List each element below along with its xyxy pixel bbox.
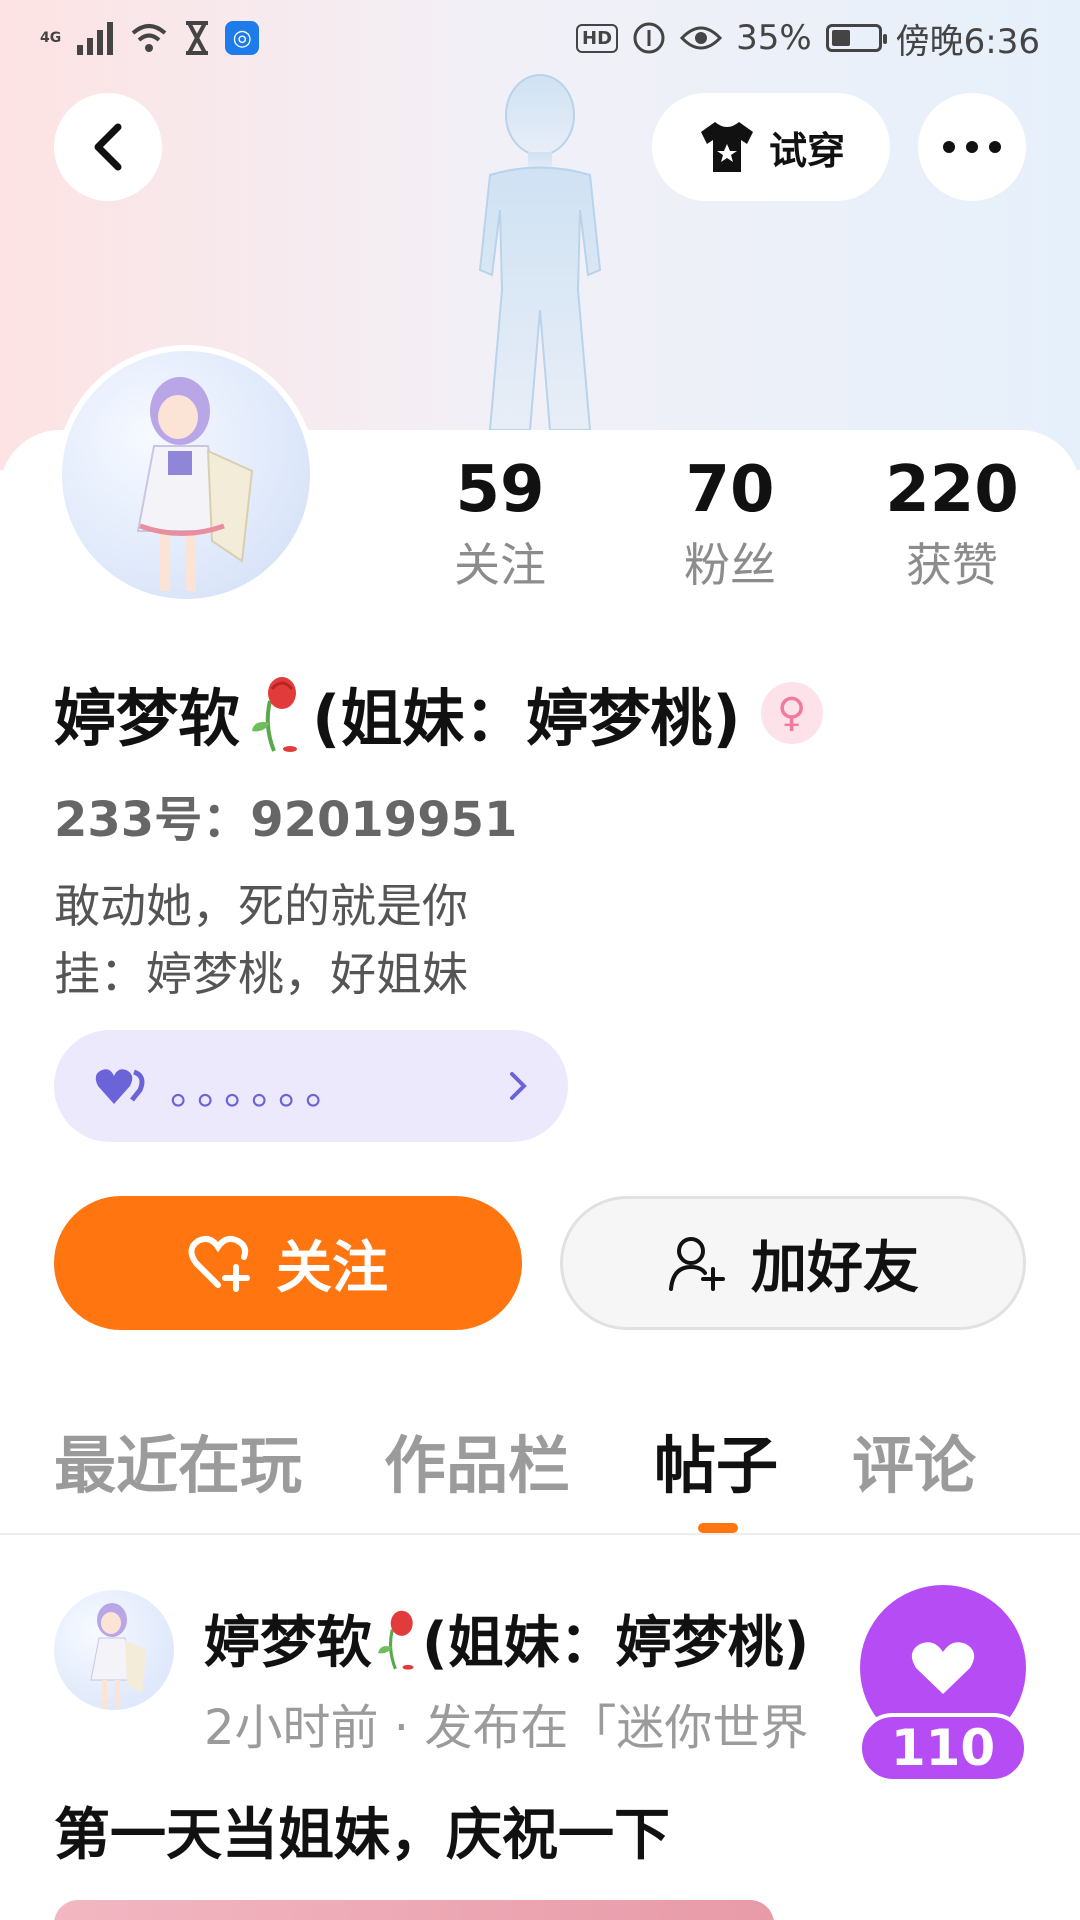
chevron-right-icon	[510, 1072, 527, 1100]
tab-posts[interactable]: 帖子	[654, 1415, 778, 1505]
avatar-character-icon	[136, 377, 254, 591]
active-tab-indicator	[698, 1523, 738, 1533]
post-author-part2: (姐妹：婷梦桃)	[422, 1611, 810, 1676]
stat-likes-count: 220	[885, 453, 1019, 527]
username-part1: 婷梦软	[54, 682, 241, 755]
bio-line-1: 敢动她，死的就是你	[54, 879, 468, 933]
chevron-left-icon	[94, 123, 122, 171]
post-title[interactable]: 第一天当姐妹，庆祝一下	[54, 1790, 670, 1871]
post-author-part1: 婷梦软	[204, 1611, 372, 1676]
bulb-app-icon: ◎	[225, 21, 260, 55]
hourglass-icon	[186, 21, 209, 55]
stat-fans-count: 70	[685, 453, 775, 527]
bio: 敢动她，死的就是你 挂：婷梦桃，好姐妹	[54, 872, 468, 1008]
more-button[interactable]	[918, 93, 1026, 201]
post-author-avatar[interactable]	[54, 1590, 174, 1710]
stat-likes[interactable]: 220 获赞	[852, 450, 1052, 600]
wilted-rose-icon	[252, 677, 298, 752]
username: 婷梦软 (姐妹：婷梦桃) ♀	[54, 668, 823, 758]
post-image[interactable]	[54, 1900, 774, 1920]
shirt-icon	[700, 122, 753, 172]
try-on-button[interactable]: 试穿	[652, 93, 890, 201]
stat-following[interactable]: 59 关注	[400, 450, 600, 600]
profile-page: 4G ◎ HD 35% 傍晚6:36 试穿 59 关注 70 粉丝 220 获赞…	[0, 0, 1080, 1920]
battery-percent: 35%	[736, 18, 812, 58]
eye-icon	[680, 26, 723, 50]
clock: 傍晚6:36	[895, 21, 1040, 62]
signal-icon	[77, 22, 114, 55]
back-button[interactable]	[54, 93, 162, 201]
heart-icon	[911, 1642, 975, 1694]
avatar-silhouette-icon	[478, 74, 602, 430]
wifi-icon	[131, 24, 167, 52]
stat-likes-label: 获赞	[906, 538, 998, 592]
mood-status-pill[interactable]: 。。。。。。	[54, 1030, 568, 1142]
double-heart-icon	[95, 1069, 145, 1104]
add-friend-label: 加好友	[751, 1235, 919, 1301]
profile-stats: 59 关注 70 粉丝 220 获赞	[400, 450, 1060, 610]
stat-fans[interactable]: 70 粉丝	[630, 450, 830, 600]
try-on-label: 试穿	[768, 128, 845, 173]
more-dots-icon	[943, 141, 1001, 153]
follow-label: 关注	[276, 1235, 388, 1301]
status-bar: 4G ◎ HD 35% 傍晚6:36	[0, 0, 1080, 76]
post-meta: 2小时前 · 发布在「迷你世界	[204, 1700, 809, 1756]
user-id[interactable]: 233号：92019951	[54, 780, 517, 850]
like-count: 110	[858, 1713, 1028, 1783]
female-gender-icon: ♀	[760, 682, 823, 744]
bio-line-2: 挂：婷梦桃，好姐妹	[54, 947, 468, 1001]
hd-icon: HD	[576, 23, 619, 53]
stat-fans-label: 粉丝	[684, 538, 776, 592]
like-button[interactable]: 110	[858, 1585, 1028, 1785]
tab-comments[interactable]: 评论	[852, 1415, 976, 1505]
post-author-name[interactable]: 婷梦软 (姐妹：婷梦桃)	[204, 1598, 809, 1679]
tab-works[interactable]: 作品栏	[384, 1415, 570, 1505]
wilted-rose-icon	[378, 1610, 414, 1670]
tab-recently-played[interactable]: 最近在玩	[54, 1415, 302, 1505]
username-part2: (姐妹：婷梦桃)	[312, 682, 741, 755]
add-user-icon	[669, 1237, 725, 1291]
follow-button[interactable]: 关注	[54, 1196, 522, 1330]
network-type: 4G	[40, 30, 62, 46]
stat-following-count: 59	[455, 453, 545, 527]
profile-tabs: 最近在玩 作品栏 帖子 评论	[0, 1415, 1080, 1535]
heart-plus-icon	[188, 1236, 250, 1292]
avatar[interactable]	[56, 345, 316, 605]
battery-icon	[825, 24, 887, 52]
mood-text: 。。。。。。	[170, 1064, 354, 1114]
data-saver-icon	[633, 22, 665, 54]
post-avatar-character-icon	[90, 1603, 146, 1708]
add-friend-button[interactable]: 加好友	[560, 1196, 1026, 1330]
stat-following-label: 关注	[454, 538, 546, 592]
